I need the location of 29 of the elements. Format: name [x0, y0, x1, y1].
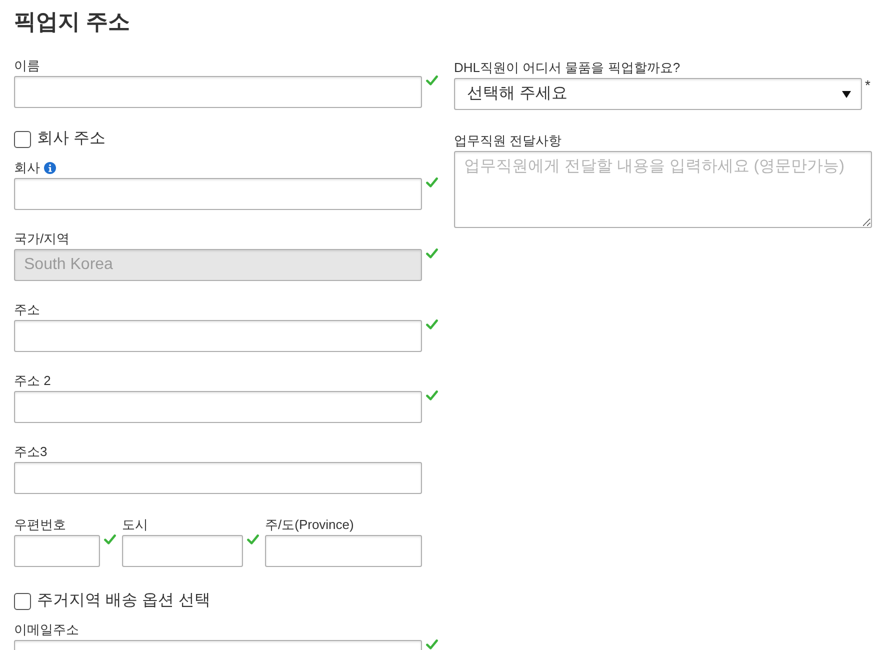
field-label: 이름 — [14, 58, 40, 74]
field-label: 국가/지역 — [14, 231, 70, 247]
field-label: 주소3 — [14, 444, 48, 460]
field-label: 회사 — [14, 160, 40, 176]
checkbox[interactable] — [14, 130, 31, 148]
checkbox[interactable] — [14, 592, 31, 610]
checkbox-label: 회사 주소 — [37, 129, 106, 149]
input-field[interactable] — [14, 462, 422, 494]
input-field[interactable] — [14, 178, 422, 210]
field-label: 우편번호 — [14, 517, 66, 533]
input-field[interactable] — [122, 535, 243, 567]
textarea-field[interactable]: 업무직원에게 전달할 내용을 입력하세요 (영문만가능) — [454, 151, 872, 228]
field-label: 주/도(Province) — [265, 517, 354, 533]
field-label: 업무직원 전달사항 — [454, 133, 562, 149]
checkbox-label: 주거지역 배송 옵션 선택 — [37, 591, 210, 611]
required-mark: * — [865, 78, 870, 92]
input-field[interactable] — [14, 320, 422, 352]
caret-icon — [842, 90, 851, 98]
field-label: 주소 2 — [14, 373, 51, 389]
input-field[interactable] — [14, 76, 422, 108]
field-label: DHL직원이 어디서 물품을 픽업할까요? — [454, 60, 680, 76]
field-label: 주소 — [14, 302, 40, 318]
input-field[interactable] — [265, 535, 422, 567]
page-title: 픽업지 주소 — [14, 9, 130, 35]
input-field[interactable] — [14, 535, 100, 567]
input-field[interactable] — [14, 391, 422, 423]
field-label: 도시 — [122, 517, 148, 533]
field-label: 이메일주소 — [14, 622, 79, 638]
select-dropdown[interactable]: 선택해 주세요 — [454, 78, 862, 110]
